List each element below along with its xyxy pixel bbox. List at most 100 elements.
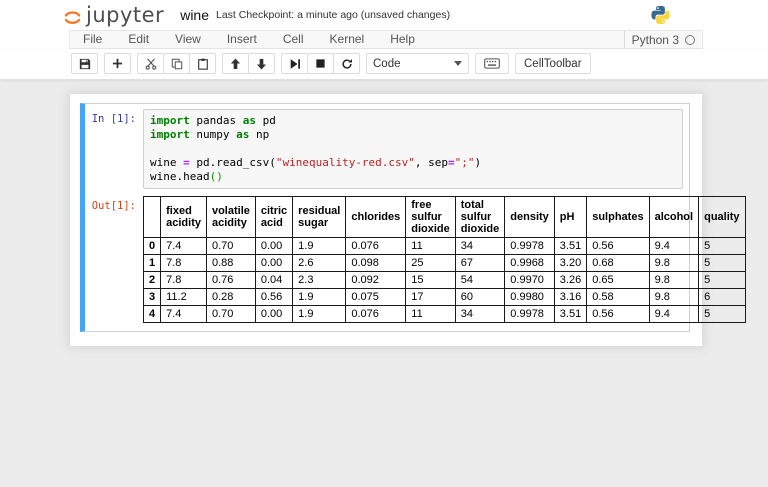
cell-type-dropdown[interactable]: Code	[366, 53, 469, 74]
table-cell: 3.20	[553, 254, 588, 272]
table-cell: 0.9978	[504, 305, 555, 323]
table-cell: 0.04	[254, 271, 294, 289]
jupyter-logo-icon	[64, 10, 81, 24]
column-header: citric acid	[254, 196, 294, 238]
table-cell: 0.9968	[504, 254, 555, 272]
menu-item-file[interactable]: File	[70, 31, 115, 48]
command-palette-button[interactable]	[475, 53, 509, 74]
table-cell: 0.9970	[504, 271, 555, 289]
table-cell: 3.51	[553, 237, 588, 255]
table-cell: 0.9978	[504, 237, 555, 255]
table-cell: 0.70	[205, 237, 256, 255]
menu-item-cell[interactable]: Cell	[270, 31, 317, 48]
table-cell: 9.8	[648, 288, 700, 306]
command-palette-keyboard-icon	[484, 58, 500, 69]
column-header: fixed acidity	[160, 196, 207, 238]
table-row: 1 7.8 0.88 0.00 2.6 0.098 25 67 0.9968 3.20 0.68 9.…	[142, 254, 746, 272]
dataframe-table: fixed acidity volatile acidity citric acid…	[142, 196, 746, 323]
table-cell: 0.68	[586, 254, 650, 272]
table-cell: 9.8	[648, 254, 700, 272]
row-index: 0	[142, 237, 162, 255]
code-editor[interactable]: import pandas as pd import numpy as np win…	[143, 109, 683, 189]
move-down-icon	[256, 58, 267, 69]
input-prompt: In [1]:	[91, 113, 136, 125]
jupyter-logo[interactable]: jupyter	[62, 3, 164, 28]
restart-kernel-button[interactable]	[333, 53, 360, 74]
table-cell: 54	[454, 271, 506, 289]
table-cell: 0.56	[586, 237, 650, 255]
table-cell: 11	[405, 237, 456, 255]
table-cell: 0.88	[205, 254, 256, 272]
move-cell-down-button[interactable]	[248, 53, 275, 74]
menu-items: File Edit View Insert Cell Kernel Help	[70, 31, 624, 48]
row-index: 2	[142, 271, 162, 289]
save-icon	[79, 58, 90, 69]
add-cell-icon	[112, 58, 123, 69]
dataframe-body: 0 7.4 0.70 0.00 1.9 0.076 11 34 0.9978 3.51 0.56 9.…	[142, 237, 746, 323]
table-cell: 60	[454, 288, 506, 306]
run-button[interactable]	[281, 53, 308, 74]
table-cell: 11.2	[160, 288, 207, 306]
table-cell: 0.092	[345, 271, 407, 289]
table-cell: 2.3	[292, 271, 347, 289]
table-cell: 0.098	[345, 254, 407, 272]
table-cell: 3.26	[553, 271, 588, 289]
table-cell: 9.8	[648, 271, 700, 289]
table-cell: 0.076	[345, 237, 407, 255]
python-logo-icon	[650, 4, 671, 31]
table-cell: 34	[454, 237, 506, 255]
table-cell: 1.9	[292, 305, 347, 323]
stop-button[interactable]	[307, 53, 334, 74]
table-cell: 17	[405, 288, 456, 306]
table-cell: 7.4	[160, 305, 207, 323]
menu-item-edit[interactable]: Edit	[115, 31, 162, 48]
dropdown-caret-icon	[454, 61, 462, 66]
kernel-indicator: Python 3	[623, 31, 702, 48]
main-toolbar: Code CellToolbar	[0, 49, 768, 80]
menu-item-help[interactable]: Help	[377, 31, 428, 48]
cut-button[interactable]	[137, 53, 164, 74]
table-corner-cell	[142, 196, 162, 238]
table-cell: 0.00	[254, 237, 294, 255]
column-header: density	[504, 196, 555, 238]
notebook-site: In [1]: import pandas as pd import numpy …	[0, 80, 768, 347]
table-cell: 1.9	[292, 288, 347, 306]
table-cell: 15	[405, 271, 456, 289]
selected-code-cell[interactable]: In [1]: import pandas as pd import numpy …	[80, 103, 746, 332]
table-cell: 0.56	[586, 305, 650, 323]
table-cell: 9.4	[648, 305, 700, 323]
paste-button[interactable]	[189, 53, 216, 74]
table-cell: 0.075	[345, 288, 407, 306]
cell-output-row: Out[1]: fixed acidity volatile acidity cit…	[85, 196, 746, 323]
output-prompt: Out[1]:	[91, 200, 136, 212]
notebook-header: jupyter wine Last Checkpoint: a minute a…	[0, 0, 768, 80]
table-cell: 0.00	[254, 305, 294, 323]
celltoolbar-label: CellToolbar	[524, 57, 582, 70]
table-cell: 0.00	[254, 254, 294, 272]
table-cell: 0.28	[205, 288, 256, 306]
move-cell-up-button[interactable]	[222, 53, 249, 74]
menu-item-kernel[interactable]: Kernel	[317, 31, 378, 48]
run-icon	[290, 58, 300, 69]
kernel-idle-circle-icon	[685, 34, 695, 45]
row-index: 1	[142, 254, 162, 272]
menu-item-view[interactable]: View	[162, 31, 214, 48]
add-cell-button[interactable]	[104, 53, 131, 74]
column-header: free sulfur dioxide	[405, 196, 456, 238]
notebook-name[interactable]: wine	[180, 7, 209, 23]
table-cell: 1.9	[292, 237, 347, 255]
menu-item-insert[interactable]: Insert	[214, 31, 270, 48]
table-cell: 67	[454, 254, 506, 272]
table-cell: 6	[698, 288, 746, 306]
table-cell: 5	[698, 237, 746, 255]
table-cell: 3.16	[553, 288, 588, 306]
celltoolbar-button[interactable]: CellToolbar	[515, 53, 591, 74]
table-row: 2 7.8 0.76 0.04 2.3 0.092 15 54 0.9970 3.26 0.65 9.…	[142, 271, 746, 289]
title-bar: jupyter wine Last Checkpoint: a minute a…	[0, 0, 768, 30]
table-cell: 0.70	[205, 305, 256, 323]
copy-button[interactable]	[163, 53, 190, 74]
move-up-icon	[230, 58, 241, 69]
row-index: 3	[142, 288, 162, 306]
save-button[interactable]	[71, 53, 98, 74]
table-header-row: fixed acidity volatile acidity citric acid…	[142, 196, 746, 238]
